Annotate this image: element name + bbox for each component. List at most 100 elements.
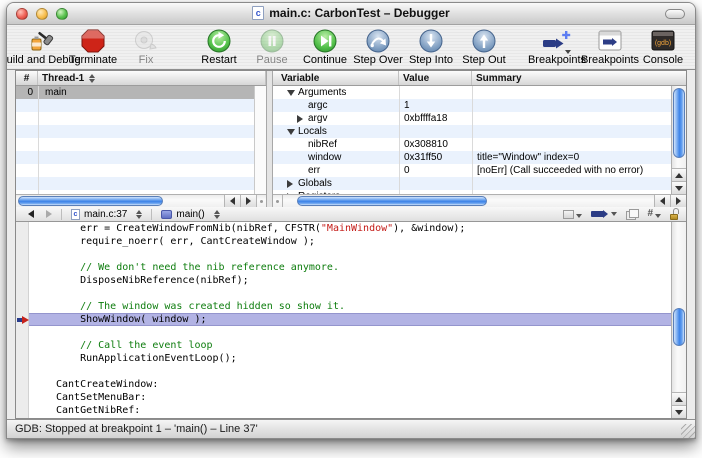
- toolbar-toggle-button[interactable]: [665, 9, 685, 19]
- variable-row[interactable]: Arguments: [273, 86, 671, 99]
- variable-row[interactable]: Registers: [273, 190, 671, 194]
- code-segment-comment: // Call the event loop: [56, 340, 213, 351]
- step-out-button[interactable]: Step Out: [461, 27, 507, 67]
- code-line[interactable]: CantCreateWindow:: [16, 378, 671, 391]
- disclosure-triangle-icon[interactable]: [287, 180, 298, 188]
- thread-row[interactable]: 0main: [16, 86, 266, 99]
- history-back-button[interactable]: [22, 207, 40, 221]
- history-forward-button[interactable]: [40, 207, 58, 221]
- restart-button[interactable]: Restart: [196, 27, 242, 67]
- variable-list[interactable]: Argumentsargc1argv0xbffffa18LocalsnibRef…: [273, 86, 671, 194]
- minimize-button[interactable]: [36, 8, 48, 20]
- scroll-thumb[interactable]: [297, 196, 487, 206]
- column-header-variable[interactable]: Variable: [273, 71, 399, 85]
- titlebar[interactable]: c main.c: CarbonTest – Debugger: [7, 3, 695, 25]
- code-line[interactable]: [16, 287, 671, 300]
- code-line[interactable]: RunApplicationEventLoop();: [16, 352, 671, 365]
- scroll-up-button[interactable]: [672, 392, 686, 405]
- current-execution-line[interactable]: ShowWindow( window );: [16, 313, 671, 326]
- add-breakpoints-button[interactable]: Breakpoints: [534, 27, 580, 67]
- resize-grip[interactable]: [681, 424, 695, 438]
- code-lines[interactable]: err = CreateWindowFromNib(nibRef, CFSTR(…: [16, 222, 671, 418]
- zoom-button[interactable]: [56, 8, 68, 20]
- column-header-value[interactable]: Value: [399, 71, 472, 85]
- code-line[interactable]: err = CreateWindowFromNib(nibRef, CFSTR(…: [16, 222, 671, 235]
- code-line[interactable]: [16, 248, 671, 261]
- continue-button[interactable]: Continue: [302, 27, 348, 67]
- markers-menu[interactable]: #: [647, 209, 661, 219]
- file-popup[interactable]: c main.c:37: [65, 207, 148, 221]
- variable-row[interactable]: window0x31ff50title="Window" index=0: [273, 151, 671, 164]
- disclosure-triangle-icon[interactable]: [287, 193, 298, 195]
- lock-icon[interactable]: [670, 208, 680, 220]
- code-line[interactable]: // We don't need the nib reference anymo…: [16, 261, 671, 274]
- thread-list[interactable]: 0main: [16, 86, 266, 194]
- scroll-thumb[interactable]: [673, 88, 685, 158]
- content-frame: # Thread-1 0main: [15, 70, 687, 419]
- terminate-icon: [80, 27, 106, 54]
- code-segment-plain: err = CreateWindowFromNib(nibRef, CFSTR(: [56, 223, 321, 234]
- code-line[interactable]: CantSetMenuBar:: [16, 391, 671, 404]
- scroll-thumb[interactable]: [673, 308, 685, 346]
- code-segment-plain: CantGetNibRef:: [56, 405, 140, 416]
- column-header-thread[interactable]: Thread-1: [38, 71, 266, 85]
- variable-horizontal-scrollbar[interactable]: [273, 194, 686, 207]
- code-line[interactable]: [16, 326, 671, 339]
- scroll-down-button[interactable]: [672, 405, 686, 418]
- window-title: main.c: CarbonTest – Debugger: [269, 6, 449, 20]
- breakpoints-menu[interactable]: [591, 211, 617, 217]
- variable-row[interactable]: err0[noErr] (Call succeeded with no erro…: [273, 164, 671, 177]
- code-segment-plain: require_noerr( err, CantCreateWindow );: [56, 236, 315, 247]
- divider: [151, 209, 152, 220]
- scroll-thumb[interactable]: [18, 196, 163, 206]
- variable-vertical-scrollbar[interactable]: [671, 86, 686, 194]
- scroll-right-button[interactable]: [240, 195, 256, 207]
- code-line[interactable]: DisposeNibReference(nibRef);: [16, 274, 671, 287]
- pane-splitter-handle[interactable]: [273, 195, 283, 207]
- disclosure-triangle-icon[interactable]: [287, 129, 298, 135]
- code-line[interactable]: require_noerr( err, CantCreateWindow );: [16, 235, 671, 248]
- column-header-number[interactable]: #: [16, 71, 38, 85]
- function-popup[interactable]: main(): [155, 207, 225, 221]
- step-over-button[interactable]: Step Over: [355, 27, 401, 67]
- breakpoints-window-button[interactable]: Breakpoints: [587, 27, 633, 67]
- step-into-button[interactable]: Step Into: [408, 27, 454, 67]
- variable-row[interactable]: argc1: [273, 99, 671, 112]
- variable-row[interactable]: nibRef0x308810: [273, 138, 671, 151]
- variable-row[interactable]: Locals: [273, 125, 671, 138]
- disclosure-triangle-icon[interactable]: [297, 115, 308, 123]
- thread-horizontal-scrollbar[interactable]: [16, 194, 266, 207]
- disclosure-triangle-icon[interactable]: [287, 90, 298, 96]
- close-button[interactable]: [16, 8, 28, 20]
- scroll-down-button[interactable]: [672, 181, 686, 194]
- scroll-left-button[interactable]: [654, 195, 670, 207]
- scroll-track[interactable]: [672, 222, 686, 392]
- scroll-track[interactable]: [283, 195, 654, 207]
- code-line[interactable]: [16, 365, 671, 378]
- fix-button[interactable]: Fix: [123, 27, 169, 67]
- scroll-track[interactable]: [672, 86, 686, 168]
- scroll-right-button[interactable]: [670, 195, 686, 207]
- terminate-button[interactable]: Terminate: [70, 27, 116, 67]
- included-files-menu[interactable]: [563, 210, 582, 219]
- pause-button[interactable]: Pause: [249, 27, 295, 67]
- console-button[interactable]: (gdb) Console: [640, 27, 686, 67]
- scroll-left-button[interactable]: [224, 195, 240, 207]
- code-line[interactable]: // The window was created hidden so show…: [16, 300, 671, 313]
- variable-row[interactable]: Globals: [273, 177, 671, 190]
- code-line[interactable]: // Call the event loop: [16, 339, 671, 352]
- document-icon: c: [252, 6, 264, 20]
- column-header-summary[interactable]: Summary: [472, 71, 686, 85]
- build-and-debug-button[interactable]: Build and Debug: [17, 27, 63, 67]
- variable-name: argc: [308, 100, 327, 111]
- scroll-track[interactable]: [16, 195, 224, 207]
- toolbar-button-label: Pause: [256, 54, 287, 67]
- vertical-pane-splitter[interactable]: [266, 71, 273, 207]
- code-line[interactable]: CantGetNibRef:: [16, 404, 671, 417]
- pane-splitter-handle[interactable]: [256, 195, 266, 207]
- variable-row[interactable]: argv0xbffffa18: [273, 112, 671, 125]
- scroll-up-button[interactable]: [672, 168, 686, 181]
- counterparts-button[interactable]: [626, 209, 638, 219]
- thread-vertical-scrollbar[interactable]: [254, 86, 266, 194]
- editor-vertical-scrollbar[interactable]: [671, 222, 686, 418]
